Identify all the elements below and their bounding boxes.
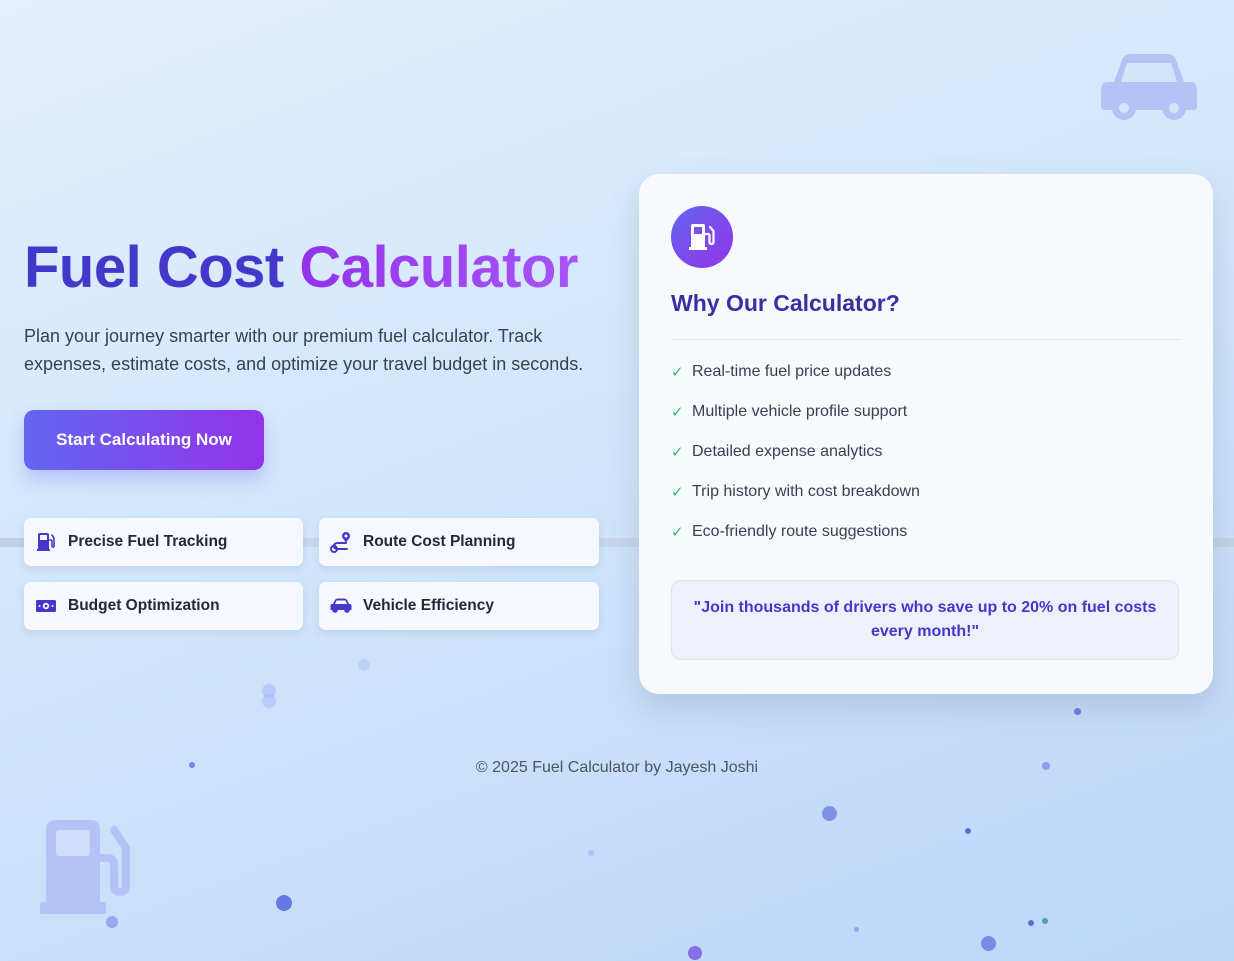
hero-title-primary: Fuel Cost [24, 235, 284, 300]
feature-vehicle-efficiency: Vehicle Efficiency [319, 582, 599, 630]
hero-title: Fuel Cost Calculator [24, 232, 578, 304]
decor-dot [358, 659, 370, 671]
feature-precise-fuel-tracking: Precise Fuel Tracking [24, 518, 303, 566]
decor-dot [688, 946, 702, 960]
check-icon: ✓ [671, 524, 684, 541]
route-icon [330, 531, 352, 553]
check-icon: ✓ [671, 364, 684, 381]
decor-dot [965, 828, 971, 834]
check-icon: ✓ [671, 444, 684, 461]
decor-dot [276, 895, 292, 911]
hero-subtitle: Plan your journey smarter with our premi… [24, 326, 584, 374]
decor-dot [822, 806, 837, 821]
check-icon: ✓ [671, 404, 684, 421]
money-bill-icon [35, 595, 57, 617]
footer-copyright: © 2025 Fuel Calculator by Jayesh Joshi [475, 759, 759, 776]
list-item: ✓ Multiple vehicle profile support [671, 403, 920, 443]
background-car-icon [1100, 52, 1198, 129]
list-item: ✓ Real-time fuel price updates [671, 363, 920, 403]
benefit-list: ✓ Real-time fuel price updates ✓ Multiple … [671, 363, 920, 563]
why-calculator-card: Why Our Calculator? ✓ Real-time fuel pric… [639, 174, 1213, 694]
list-item-label: Multiple vehicle profile support [692, 403, 908, 420]
feature-label: Precise Fuel Tracking [68, 533, 228, 550]
decor-dot [1028, 920, 1034, 926]
feature-label: Vehicle Efficiency [363, 597, 494, 614]
decor-dot [588, 850, 594, 856]
feature-budget-optimization: Budget Optimization [24, 582, 303, 630]
decor-dot [1074, 708, 1081, 715]
feature-route-cost-planning: Route Cost Planning [319, 518, 599, 566]
list-item-label: Trip history with cost breakdown [692, 483, 920, 500]
list-item: ✓ Detailed expense analytics [671, 443, 920, 483]
gas-pump-badge-icon [671, 206, 733, 268]
decor-dot [262, 694, 276, 708]
background-gas-pump-icon [38, 818, 138, 923]
check-icon: ✓ [671, 484, 684, 501]
testimonial-quote: "Join thousands of drivers who save up t… [671, 580, 1179, 660]
card-title: Why Our Calculator? [671, 290, 900, 316]
list-item: ✓ Eco-friendly route suggestions [671, 523, 920, 563]
card-divider [671, 339, 1181, 340]
decor-dot [981, 936, 996, 951]
hero-title-accent: Calculator [299, 235, 578, 300]
feature-label: Budget Optimization [68, 597, 220, 614]
gas-pump-icon [35, 531, 57, 553]
start-calculating-button[interactable]: Start Calculating Now [24, 410, 264, 470]
decor-dot [1042, 918, 1048, 924]
list-item: ✓ Trip history with cost breakdown [671, 483, 920, 523]
list-item-label: Detailed expense analytics [692, 443, 883, 460]
list-item-label: Real-time fuel price updates [692, 363, 892, 380]
feature-label: Route Cost Planning [363, 533, 516, 550]
list-item-label: Eco-friendly route suggestions [692, 523, 908, 540]
decor-dot [854, 927, 859, 932]
car-icon [330, 595, 352, 617]
